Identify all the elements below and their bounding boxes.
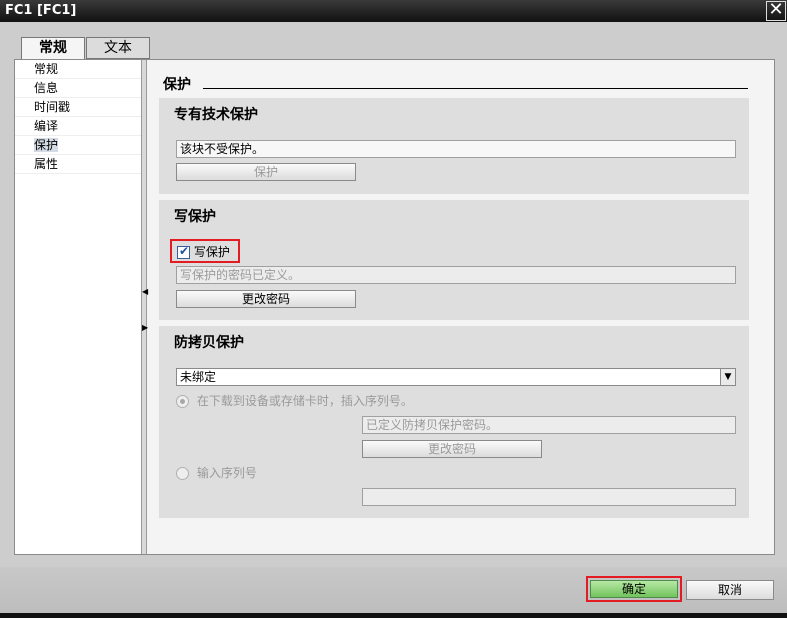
tab-general-label: 常规 [39,40,67,56]
radio-insert-serial-label: 在下载到设备或存储卡时，插入序列号。 [196,394,413,408]
tab-text[interactable]: 文本 [86,37,150,59]
nav-item-compile[interactable]: 编译 [15,117,141,136]
write-protection-status-field: 写保护的密码已定义。 [176,266,736,284]
write-protection-checkbox-label: 写保护 [193,245,230,259]
know-how-status-field: 该块不受保护。 [176,140,736,158]
splitter[interactable]: ◀ ▶ [141,60,148,554]
copy-change-password-button[interactable]: 更改密码 [362,440,542,458]
title-bar: FC1 [FC1] ✕ [0,0,787,22]
dropdown-arrow-icon[interactable]: ▼ [720,369,735,385]
write-protection-section: 写保护 ✔ 写保护 写保护的密码已定义。 更改密码 [159,200,749,320]
close-icon: ✕ [768,0,784,20]
change-password-button[interactable]: 更改密码 [176,290,356,308]
nav-item-label: 保护 [34,138,59,152]
copy-password-status-field: 已定义防拷贝保护密码。 [362,416,736,434]
radio-enter-serial-label: 输入序列号 [196,466,257,480]
binding-select-value: 未绑定 [180,370,217,384]
serial-number-input[interactable] [362,488,736,506]
nav-item-general[interactable]: 常规 [15,60,141,79]
page-title: 保护 [163,77,191,93]
nav-item-label: 编译 [34,119,59,133]
know-how-title: 专有技术保护 [174,107,258,123]
cancel-button[interactable]: 取消 [686,580,774,600]
content-frame: 常规 信息 时间戳 编译 保护 属性 ◀ ▶ 保护 专有技术保护 该块不受保护。… [14,59,775,555]
dialog-footer: 确定 取消 [0,567,787,613]
radio-enter-serial[interactable]: 输入序列号 [176,464,257,481]
close-button[interactable]: ✕ [766,1,786,21]
radio-selected-icon[interactable] [176,395,189,408]
nav-item-label: 常规 [34,62,59,76]
copy-protection-section: 防拷贝保护 未绑定 ▼ 在下载到设备或存储卡时，插入序列号。 已定义防拷贝保护密… [159,326,749,518]
ok-button[interactable]: 确定 [590,580,678,598]
properties-dialog: 常规 文本 常规 信息 时间戳 编译 保护 属性 ◀ ▶ 保护 专有技术保护 该… [0,22,787,613]
copy-protection-title: 防拷贝保护 [174,335,244,351]
checkbox-checked-icon[interactable]: ✔ [177,244,190,259]
protection-panel: 保护 专有技术保护 该块不受保护。 保护 写保护 ✔ 写保护 写保护的密码已定义… [148,60,774,554]
tab-text-label: 文本 [104,40,132,56]
collapse-left-arrow-icon[interactable]: ◀ [142,286,148,298]
know-how-section: 专有技术保护 该块不受保护。 保护 [159,98,749,194]
write-protection-checkbox[interactable]: ✔ 写保护 [170,239,240,263]
tab-general[interactable]: 常规 [21,37,85,60]
window-bottom-edge [0,613,787,618]
nav-item-label: 属性 [34,157,59,171]
protect-button[interactable]: 保护 [176,163,356,181]
nav-item-label: 时间戳 [34,100,71,114]
expand-right-arrow-icon[interactable]: ▶ [142,322,148,334]
binding-select[interactable]: 未绑定 ▼ [176,368,736,386]
nav-item-protection[interactable]: 保护 [15,136,141,155]
radio-unselected-icon[interactable] [176,467,189,480]
write-protection-title: 写保护 [174,209,216,225]
nav-item-attributes[interactable]: 属性 [15,155,141,174]
ok-button-highlight: 确定 [586,576,682,602]
nav-item-info[interactable]: 信息 [15,79,141,98]
nav-item-label: 信息 [34,81,59,95]
nav-item-timestamp[interactable]: 时间戳 [15,98,141,117]
title-divider [203,88,748,89]
nav-tree: 常规 信息 时间戳 编译 保护 属性 [15,60,141,554]
window-title: FC1 [FC1] [5,3,77,18]
radio-insert-serial[interactable]: 在下载到设备或存储卡时，插入序列号。 [176,392,413,409]
